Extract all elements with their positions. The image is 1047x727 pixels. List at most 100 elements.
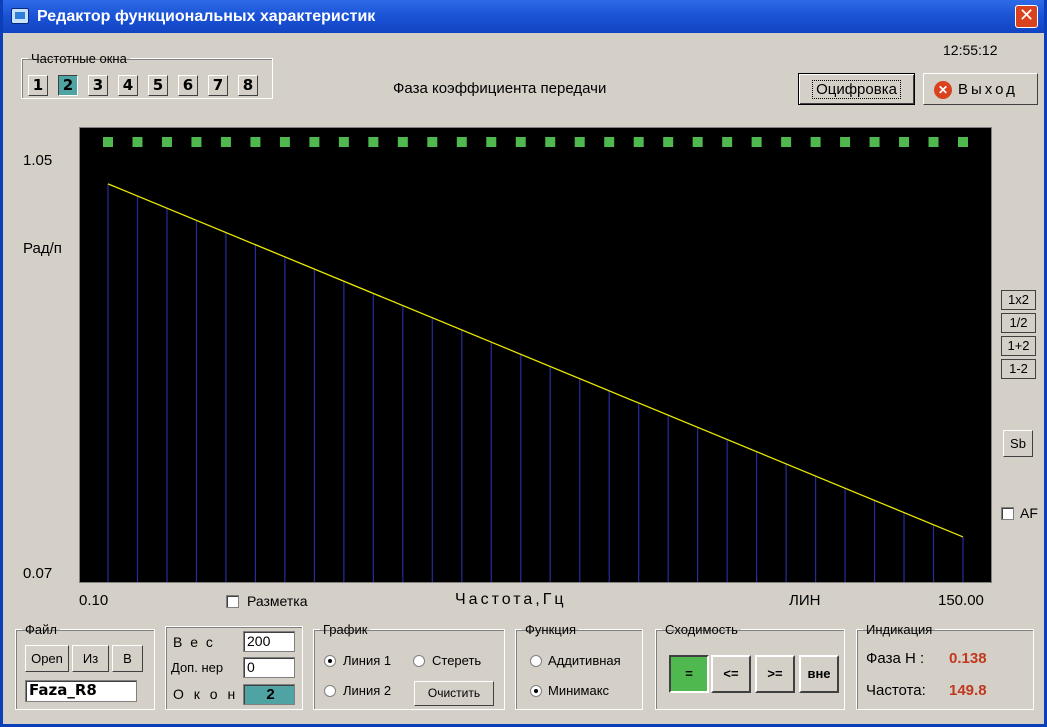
freq-window-tab-4[interactable]: 4 [118,75,138,96]
freq-marker[interactable] [751,137,762,147]
side-button-2[interactable]: 1+2 [1001,336,1036,356]
line1-radio[interactable] [324,655,336,667]
digitize-button[interactable]: Оцифровка [798,73,915,105]
convergence-legend: Сходимость [665,622,738,637]
freq-marker[interactable] [545,137,556,147]
side-button-3[interactable]: 1-2 [1001,359,1036,379]
freq-marker[interactable] [663,137,674,147]
freq-marker[interactable] [309,137,320,147]
freq-marker[interactable] [103,137,113,147]
function-legend: Функция [525,622,576,637]
y-axis-max: 1.05 [23,152,53,169]
freq-marker[interactable] [574,137,585,147]
plot-area[interactable] [79,127,992,583]
freq-marker[interactable] [368,137,379,147]
freq-marker[interactable] [722,137,733,147]
grid-marks-label: Разметка [247,593,308,609]
converge-out-button[interactable]: вне [799,655,839,693]
freq-window-tab-6[interactable]: 6 [178,75,198,96]
to-button[interactable]: В [112,645,143,672]
sb-button[interactable]: Sb [1003,430,1033,457]
open-button[interactable]: Open [25,645,69,672]
digitize-label: Оцифровка [812,80,901,99]
grid-marks-checkbox[interactable] [226,595,239,608]
filename-field[interactable]: Faza_R8 [25,680,137,702]
windows-count-field[interactable]: 2 [243,684,295,705]
freq-marker[interactable] [132,137,143,147]
freq-marker[interactable] [928,137,939,147]
freq-window-tab-7[interactable]: 7 [208,75,228,96]
freq-marker[interactable] [810,137,821,147]
phase-value: 0.138 [949,650,987,667]
line2-label: Линия 2 [343,683,392,698]
converge-ge-button[interactable]: >= [755,655,795,693]
window-title: Редактор функциональных характеристик [37,8,376,25]
phase-series-line [107,183,964,538]
phase-chart [103,137,968,582]
freq-marker[interactable] [220,137,231,147]
app-icon [11,8,29,24]
af-label: AF [1020,505,1038,521]
additive-radio[interactable] [530,655,542,667]
x-scale-label: ЛИН [789,592,821,609]
freq-window-tabs: 12345678 [28,75,268,97]
erase-label: Стереть [432,653,482,668]
close-icon[interactable]: ✕ [1015,5,1038,28]
exit-label: Выход [958,81,1018,98]
line1-label: Линия 1 [343,653,392,668]
side-button-0[interactable]: 1x2 [1001,290,1036,310]
freq-marker[interactable] [604,137,615,147]
windows-label: О к о н [173,686,239,702]
erase-radio[interactable] [413,655,425,667]
line2-radio[interactable] [324,685,336,697]
file-legend: Файл [25,622,57,637]
freq-marker[interactable] [456,137,467,147]
frequency-label: Частота: [866,682,926,699]
freq-marker[interactable] [397,137,408,147]
freq-marker[interactable] [279,137,290,147]
af-checkbox[interactable] [1001,507,1014,520]
minimax-radio[interactable] [530,685,542,697]
weight-field[interactable]: 200 [243,631,295,652]
side-button-1[interactable]: 1/2 [1001,313,1036,333]
freq-marker[interactable] [633,137,644,147]
freq-window-tab-1[interactable]: 1 [28,75,48,96]
converge-le-button[interactable]: <= [711,655,751,693]
freq-marker[interactable] [486,137,497,147]
title-bar[interactable]: Редактор функциональных характеристик ✕ [3,0,1044,33]
chart-title: Фаза коэффициента передачи [393,80,607,97]
freq-marker[interactable] [781,137,792,147]
graph-legend: График [323,622,368,637]
x-axis-min: 0.10 [79,592,109,609]
freq-window-tab-2[interactable]: 2 [58,75,78,96]
from-button[interactable]: Из [72,645,109,672]
extra-field[interactable]: 0 [243,657,295,678]
frequency-value: 149.8 [949,682,987,699]
freq-marker[interactable] [869,137,880,147]
freq-marker[interactable] [515,137,526,147]
freq-marker[interactable] [958,137,968,147]
freq-marker[interactable] [191,137,202,147]
freq-marker[interactable] [899,137,910,147]
clear-button[interactable]: Очистить [414,681,494,706]
converge-equal-button[interactable]: = [669,655,709,693]
phase-label: Фаза Н : [866,650,925,667]
clock: 12:55:12 [943,42,998,58]
freq-marker[interactable] [161,137,172,147]
exit-button[interactable]: ✕ Выход [923,73,1038,105]
weight-label: В е с [173,634,215,650]
freq-marker[interactable] [427,137,438,147]
freq-marker[interactable] [692,137,703,147]
freq-windows-legend: Частотные окна [31,51,127,66]
additive-label: Аддитивная [548,653,621,668]
freq-marker[interactable] [250,137,261,147]
x-axis-max: 150.00 [938,592,984,609]
y-axis-unit: Рад/п [23,240,62,257]
freq-window-tab-3[interactable]: 3 [88,75,108,96]
freq-marker[interactable] [338,137,349,147]
freq-window-tab-8[interactable]: 8 [238,75,258,96]
freq-window-tab-5[interactable]: 5 [148,75,168,96]
freq-marker[interactable] [840,137,851,147]
y-axis-min: 0.07 [23,565,53,582]
main-window: Редактор функциональных характеристик ✕ … [0,0,1047,727]
